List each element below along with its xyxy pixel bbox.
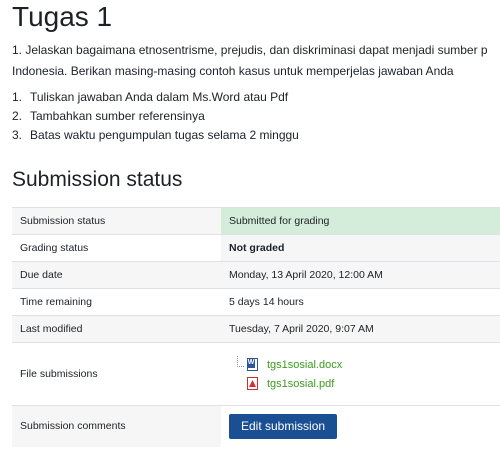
comments-actions: Edit submission — [229, 413, 492, 439]
instruction-number: 3. — [12, 128, 23, 142]
table-row: Grading status Not graded — [12, 234, 500, 262]
table-row: Last modified Tuesday, 7 April 2020, 9:0… — [12, 315, 500, 343]
submission-status-table: Submission status Submitted for grading … — [12, 207, 500, 447]
time-remaining-value: 5 days 14 hours — [221, 288, 500, 316]
instruction-text: Tuliskan jawaban Anda dalam Ms.Word atau… — [30, 90, 289, 104]
row-label: File submissions — [12, 342, 221, 406]
file-list: tgs1sosial.docx tgs1sosial.pdf — [229, 353, 492, 395]
table-row: Due date Monday, 13 April 2020, 12:00 AM — [12, 261, 500, 289]
grading-status-value: Not graded — [221, 234, 500, 262]
row-label: Grading status — [12, 234, 221, 262]
file-link-docx[interactable]: tgs1sosial.docx — [267, 359, 342, 371]
word-document-icon — [247, 358, 258, 371]
row-label: Submission comments — [12, 405, 221, 447]
instruction-number: 1. — [12, 90, 23, 104]
last-modified-value: Tuesday, 7 April 2020, 9:07 AM — [221, 315, 500, 343]
description-line: Indonesia. Berikan masing-masing contoh … — [12, 64, 454, 78]
instruction-list: 1. Tuliskan jawaban Anda dalam Ms.Word a… — [12, 88, 299, 145]
instruction-item: 2. Tambahkan sumber referensinya — [12, 107, 299, 126]
page-title: Tugas 1 — [12, 1, 113, 32]
file-submissions-value: tgs1sosial.docx tgs1sosial.pdf — [221, 342, 500, 406]
instruction-text: Tambahkan sumber referensinya — [30, 109, 205, 123]
assignment-description: 1. Jelaskan bagaimana etnosentrisme, pre… — [12, 40, 500, 82]
instruction-item: 3. Batas waktu pengumpulan tugas selama … — [12, 126, 299, 145]
pdf-document-icon — [247, 377, 258, 390]
row-label: Time remaining — [12, 288, 221, 316]
tree-connector — [237, 356, 244, 367]
table-row: Submission status Submitted for grading — [12, 207, 500, 235]
row-label: Submission status — [12, 207, 221, 235]
table-row: Time remaining 5 days 14 hours — [12, 288, 500, 316]
table-row: Submission comments Edit submission — [12, 405, 500, 447]
instruction-text: Batas waktu pengumpulan tugas selama 2 m… — [30, 128, 299, 142]
table-row: File submissions tgs1sosial.docx tgs1sos… — [12, 342, 500, 406]
instruction-item: 1. Tuliskan jawaban Anda dalam Ms.Word a… — [12, 88, 299, 107]
file-item: tgs1sosial.pdf — [229, 374, 492, 393]
row-label: Last modified — [12, 315, 221, 343]
due-date-value: Monday, 13 April 2020, 12:00 AM — [221, 261, 500, 289]
instruction-number: 2. — [12, 109, 23, 123]
file-item: tgs1sosial.docx — [229, 355, 492, 374]
assignment-page: Tugas 1 1. Jelaskan bagaimana etnosentri… — [0, 0, 500, 453]
submission-status-heading: Submission status — [12, 168, 183, 191]
row-label: Due date — [12, 261, 221, 289]
description-line: 1. Jelaskan bagaimana etnosentrisme, pre… — [12, 43, 488, 57]
file-link-pdf[interactable]: tgs1sosial.pdf — [267, 378, 334, 390]
submission-status-value: Submitted for grading — [221, 207, 500, 235]
submission-comments-value: Edit submission — [221, 405, 500, 447]
edit-submission-button[interactable]: Edit submission — [229, 413, 338, 439]
